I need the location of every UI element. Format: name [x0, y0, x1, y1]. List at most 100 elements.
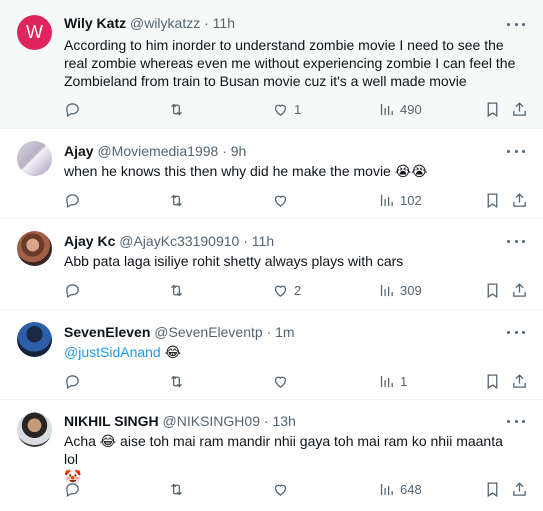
bookmark-icon	[487, 101, 498, 117]
retweet-button[interactable]	[168, 479, 185, 499]
more-options-icon[interactable]	[507, 17, 525, 31]
reply-icon	[66, 283, 79, 298]
views-button[interactable]: 490	[378, 99, 422, 119]
timestamp[interactable]: 11h	[213, 15, 235, 31]
tweet[interactable]: NIKHIL SINGH @NIKSINGH09 · 13h Acha 😂 ai…	[0, 400, 543, 511]
author-name[interactable]: Ajay Kc	[64, 233, 115, 249]
view-count: 490	[400, 101, 422, 117]
timestamp[interactable]: 11h	[252, 233, 274, 249]
retweet-icon	[171, 284, 182, 296]
bookmark-icon	[487, 481, 498, 497]
tweet-text-emoji: 😂	[160, 344, 181, 360]
share-button[interactable]	[511, 371, 528, 391]
author-handle[interactable]: @NIKSINGH09	[163, 413, 260, 429]
view-count: 1	[400, 373, 408, 389]
views-button[interactable]: 309	[378, 280, 422, 300]
tweet-text: when he knows this then why did he make …	[64, 163, 428, 179]
tweet-actions: 1 490	[64, 99, 534, 119]
retweet-icon	[171, 375, 182, 387]
share-button[interactable]	[511, 99, 528, 119]
retweet-icon	[171, 103, 182, 115]
tweet[interactable]: W Wily Katz @wilykatzz · 11h According t…	[0, 0, 543, 129]
bookmark-icon	[487, 192, 498, 208]
tweet[interactable]: Ajay Kc @AjayKc33190910 · 11h Abb pata l…	[0, 219, 543, 310]
share-icon	[513, 373, 526, 388]
more-options-icon[interactable]	[507, 325, 525, 339]
author-handle[interactable]: @SevenEleventp	[154, 324, 262, 340]
tweet-text: According to him inorder to understand z…	[64, 37, 516, 89]
reply-icon	[66, 374, 79, 389]
bookmark-button[interactable]	[484, 190, 501, 210]
reply-button[interactable]	[64, 280, 81, 300]
more-options-icon[interactable]	[507, 144, 525, 158]
share-button[interactable]	[511, 479, 528, 499]
tweet[interactable]: Ajay @Moviemedia1998 · 9h when he knows …	[0, 129, 543, 219]
avatar[interactable]: W	[17, 15, 52, 50]
author-handle[interactable]: @Moviemedia1998	[97, 143, 218, 159]
avatar[interactable]	[17, 231, 52, 266]
bookmark-icon	[487, 282, 498, 298]
views-icon	[380, 284, 393, 296]
like-button[interactable]: 1	[272, 99, 301, 119]
share-icon	[513, 481, 526, 496]
bookmark-button[interactable]	[484, 99, 501, 119]
heart-icon	[274, 285, 287, 297]
views-icon	[380, 103, 393, 115]
author-handle[interactable]: @wilykatzz	[130, 15, 200, 31]
like-count: 1	[294, 101, 302, 117]
timestamp[interactable]: 9h	[231, 143, 247, 159]
separator-dot: ·	[266, 324, 272, 340]
separator-dot: ·	[222, 143, 227, 159]
heart-icon	[274, 195, 287, 207]
avatar[interactable]	[17, 141, 52, 176]
bookmark-button[interactable]	[484, 280, 501, 300]
bookmark-button[interactable]	[484, 371, 501, 391]
retweet-button[interactable]	[168, 371, 185, 391]
share-button[interactable]	[511, 280, 528, 300]
reply-button[interactable]	[64, 371, 81, 391]
more-options-icon[interactable]	[507, 414, 525, 428]
tweet-actions: 648	[64, 479, 534, 499]
share-button[interactable]	[511, 190, 528, 210]
reply-button[interactable]	[64, 190, 81, 210]
view-count: 648	[400, 481, 422, 497]
reply-button[interactable]	[64, 99, 81, 119]
like-button[interactable]: 2	[272, 280, 301, 300]
author-name[interactable]: Ajay	[64, 143, 94, 159]
tweet-header: Ajay Kc @AjayKc33190910 · 11h	[64, 233, 274, 249]
tweet-text: @justSidAnand 😂	[64, 343, 519, 361]
view-count: 309	[400, 282, 422, 298]
tweet-header: NIKHIL SINGH @NIKSINGH09 · 13h	[64, 413, 296, 429]
retweet-button[interactable]	[168, 190, 185, 210]
author-name[interactable]: Wily Katz	[64, 15, 126, 31]
author-name[interactable]: NIKHIL SINGH	[64, 413, 159, 429]
views-button[interactable]: 102	[378, 190, 422, 210]
mention-link[interactable]: @justSidAnand	[64, 344, 161, 360]
tweet-text: Abb pata laga isiliye rohit shetty alway…	[64, 253, 404, 269]
views-button[interactable]: 648	[378, 479, 422, 499]
timestamp[interactable]: 1m	[275, 324, 294, 340]
like-button[interactable]	[272, 371, 294, 391]
retweet-button[interactable]	[168, 99, 185, 119]
more-options-icon[interactable]	[507, 234, 525, 248]
views-icon	[380, 194, 393, 206]
share-icon	[513, 192, 526, 207]
tweet[interactable]: SevenEleven @SevenEleventp · 1m @justSid…	[0, 310, 543, 400]
bookmark-icon	[487, 373, 498, 389]
avatar[interactable]	[17, 322, 52, 357]
share-icon	[513, 101, 526, 116]
separator-dot: ·	[263, 413, 269, 429]
like-button[interactable]	[272, 479, 294, 499]
heart-icon	[274, 104, 287, 116]
avatar[interactable]	[17, 412, 52, 447]
views-button[interactable]: 1	[378, 371, 407, 391]
like-button[interactable]	[272, 190, 294, 210]
bookmark-button[interactable]	[484, 479, 501, 499]
author-name[interactable]: SevenEleven	[64, 324, 150, 340]
author-handle[interactable]: @AjayKc33190910	[119, 233, 239, 249]
tweet-header: Wily Katz @wilykatzz · 11h	[64, 15, 235, 31]
timestamp[interactable]: 13h	[272, 413, 295, 429]
retweet-button[interactable]	[168, 280, 185, 300]
reply-button[interactable]	[64, 479, 81, 499]
views-icon	[380, 375, 393, 387]
